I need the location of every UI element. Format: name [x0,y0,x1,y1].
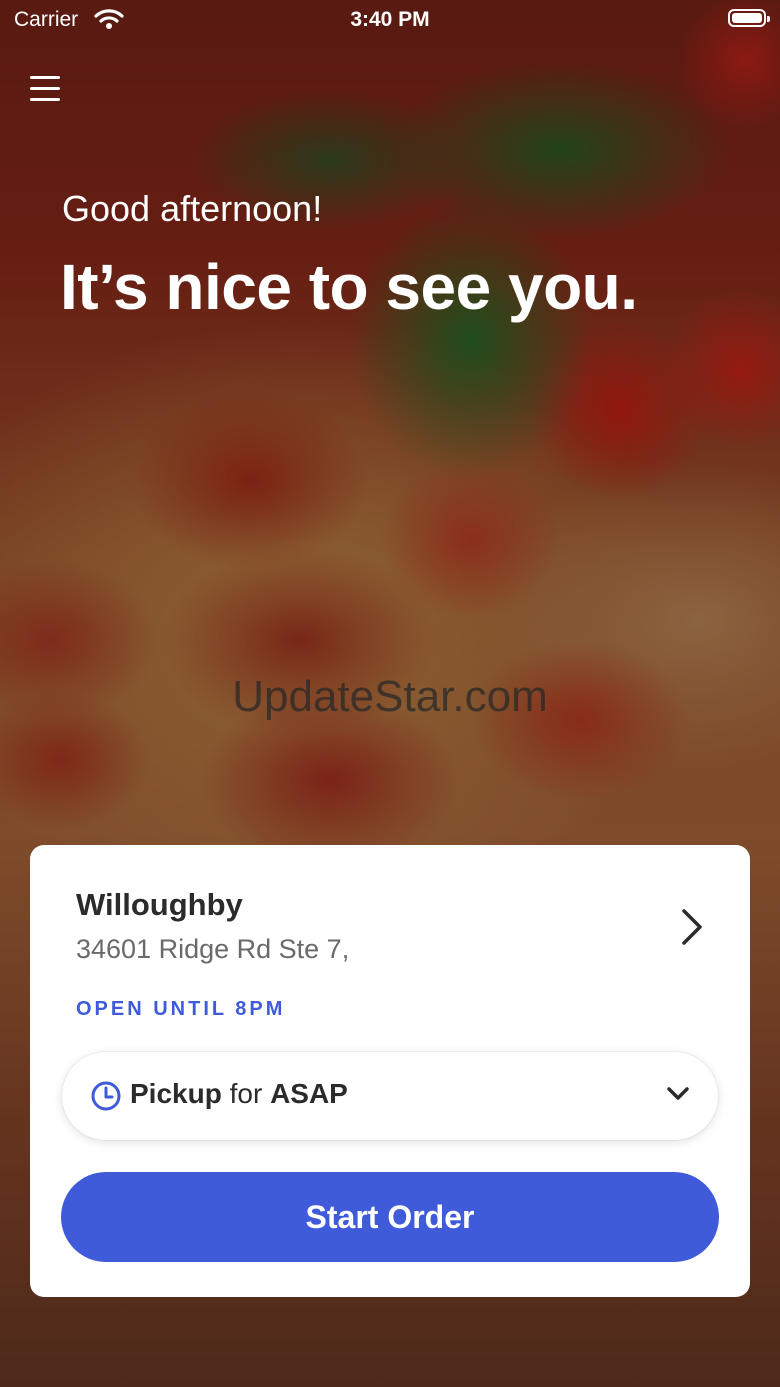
store-hours: OPEN UNTIL 8PM [76,998,286,1020]
store-address[interactable]: 34601 Ridge Rd Ste 7, [76,934,349,965]
order-mode-connector: for [229,1078,263,1109]
watermark-text: UpdateStar.com [232,672,548,721]
headline-text: It’s nice to see you. [60,251,638,323]
greeting-text: Good afternoon! [62,188,323,229]
clock-icon [90,1080,122,1112]
chevron-right-icon[interactable] [678,907,706,947]
order-mode-value: Pickup [130,1078,222,1109]
store-name[interactable]: Willoughby [76,887,243,923]
start-order-button[interactable]: Start Order [61,1172,719,1262]
order-time-value: ASAP [270,1078,348,1109]
battery-icon [728,9,770,27]
order-mode-select[interactable]: Pickup for ASAP [62,1052,718,1140]
order-mode-label: Pickup for ASAP [130,1078,348,1110]
status-bar: Carrier 3:40 PM [0,0,780,40]
hamburger-menu-icon[interactable] [28,74,62,104]
status-time: 3:40 PM [350,8,430,31]
chevron-down-icon [666,1086,690,1102]
store-card: Willoughby 34601 Ridge Rd Ste 7, OPEN UN… [30,845,750,1297]
